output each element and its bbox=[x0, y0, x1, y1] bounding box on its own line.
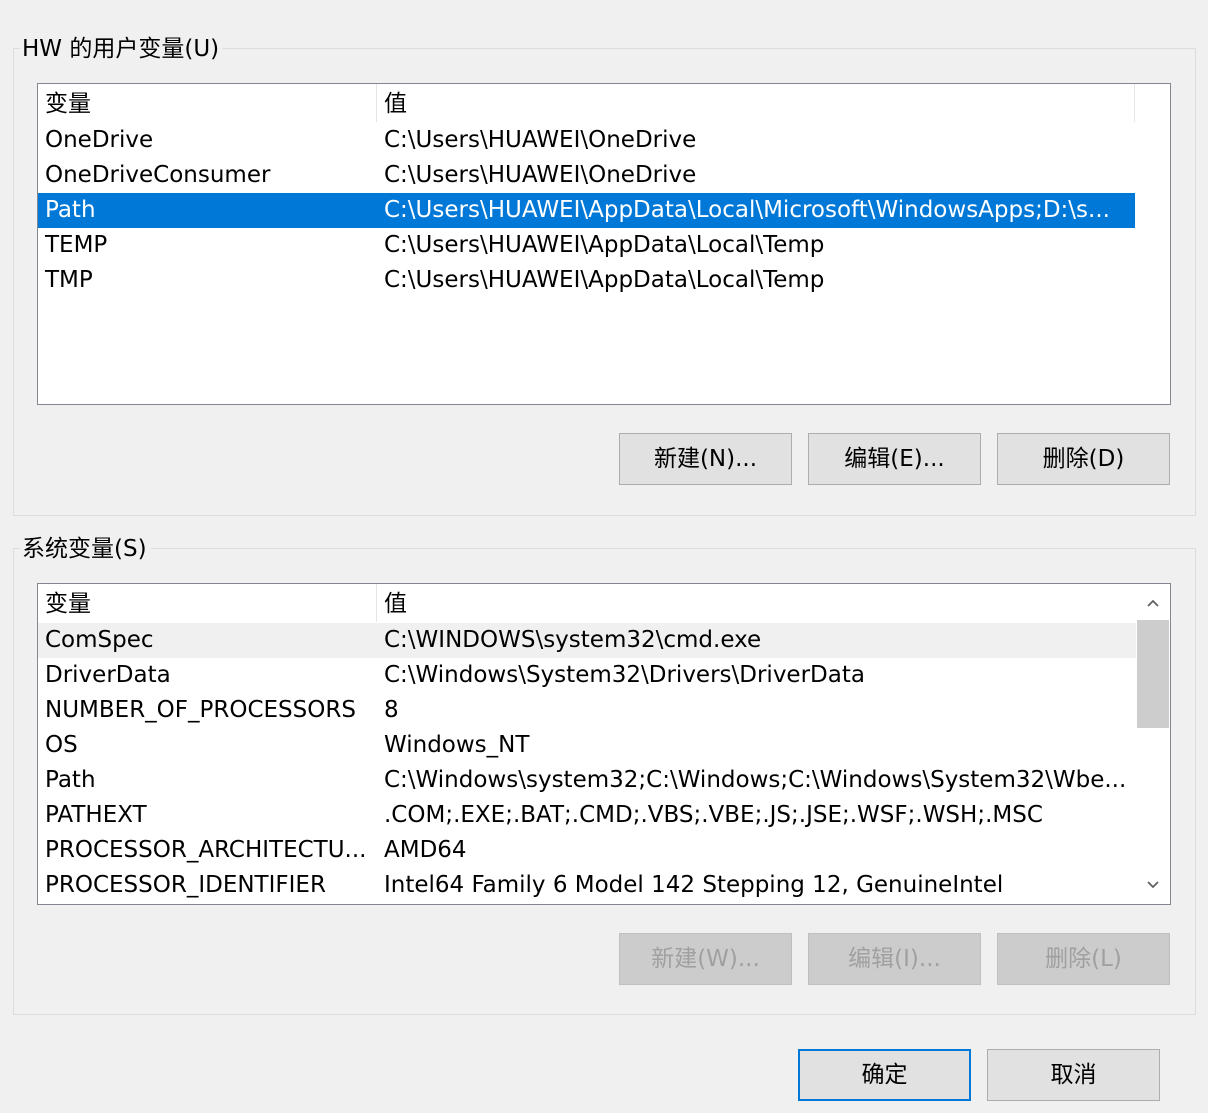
variable-value-cell: C:\Users\HUAWEI\AppData\Local\Microsoft\… bbox=[384, 197, 1110, 223]
table-row[interactable]: TEMP C:\Users\HUAWEI\AppData\Local\Temp bbox=[38, 228, 1135, 263]
scroll-down-button[interactable] bbox=[1136, 868, 1170, 902]
variable-value-cell: Windows_NT bbox=[384, 732, 530, 758]
column-header-value[interactable]: 值 bbox=[377, 584, 1136, 622]
variable-name-cell: PROCESSOR_ARCHITECTU... bbox=[45, 837, 367, 863]
scroll-up-button[interactable] bbox=[1136, 586, 1170, 620]
variable-name-cell: TEMP bbox=[45, 232, 108, 258]
variable-value-cell: 8 bbox=[384, 697, 399, 723]
column-header-value[interactable]: 值 bbox=[377, 84, 1135, 122]
user-delete-button[interactable]: 删除(D) bbox=[997, 433, 1170, 485]
variable-value-cell: C:\Windows\System32\Drivers\DriverData bbox=[384, 662, 865, 688]
chevron-down-icon bbox=[1147, 881, 1159, 889]
variable-name-cell: TMP bbox=[45, 267, 93, 293]
variable-value-cell: C:\Users\HUAWEI\OneDrive bbox=[384, 162, 697, 188]
variable-value-cell: .COM;.EXE;.BAT;.CMD;.VBS;.VBE;.JS;.JSE;.… bbox=[384, 802, 1043, 828]
variable-value-cell: C:\Users\HUAWEI\OneDrive bbox=[384, 127, 697, 153]
variable-name-cell: NUMBER_OF_PROCESSORS bbox=[45, 697, 356, 723]
user-list-header: 变量 值 bbox=[38, 84, 1138, 122]
table-row[interactable]: Path C:\Users\HUAWEI\AppData\Local\Micros… bbox=[38, 193, 1135, 228]
table-row[interactable]: NUMBER_OF_PROCESSORS 8 bbox=[38, 693, 1136, 728]
variable-name-cell: ComSpec bbox=[45, 627, 154, 653]
user-new-button[interactable]: 新建(N)... bbox=[619, 433, 792, 485]
variable-name-cell: PATHEXT bbox=[45, 802, 147, 828]
column-header-name[interactable]: 变量 bbox=[38, 584, 377, 622]
column-header-name[interactable]: 变量 bbox=[38, 84, 377, 122]
table-row[interactable]: PROCESSOR_IDENTIFIER Intel64 Family 6 Mod… bbox=[38, 868, 1136, 903]
variable-name-cell: OneDriveConsumer bbox=[45, 162, 271, 188]
table-row[interactable]: ComSpec C:\WINDOWS\system32\cmd.exe bbox=[38, 623, 1136, 658]
variable-value-cell: C:\WINDOWS\system32\cmd.exe bbox=[384, 627, 762, 653]
variable-name-cell: OneDrive bbox=[45, 127, 154, 153]
table-row[interactable]: DriverData C:\Windows\System32\Drivers\Dr… bbox=[38, 658, 1136, 693]
user-variables-list[interactable]: 变量 值 OneDrive C:\Users\HUAWEI\OneDrive One… bbox=[37, 83, 1171, 405]
variable-name-cell: Path bbox=[45, 197, 96, 223]
variable-value-cell: C:\Windows\system32;C:\Windows;C:\Window… bbox=[384, 767, 1127, 793]
system-new-button[interactable]: 新建(W)... bbox=[619, 933, 792, 985]
table-row[interactable]: PATHEXT .COM;.EXE;.BAT;.CMD;.VBS;.VBE;.JS… bbox=[38, 798, 1136, 833]
system-delete-button[interactable]: 删除(L) bbox=[997, 933, 1170, 985]
table-row[interactable]: OneDrive C:\Users\HUAWEI\OneDrive bbox=[38, 123, 1135, 158]
variable-value-cell: AMD64 bbox=[384, 837, 467, 863]
system-variables-title: 系统变量(S) bbox=[20, 534, 151, 564]
user-edit-button[interactable]: 编辑(E)... bbox=[808, 433, 981, 485]
system-list-header: 变量 值 bbox=[38, 584, 1136, 622]
variable-value-cell: Intel64 Family 6 Model 142 Stepping 12, … bbox=[384, 872, 1004, 898]
vertical-scrollbar[interactable] bbox=[1136, 584, 1170, 904]
table-row[interactable]: TMP C:\Users\HUAWEI\AppData\Local\Temp bbox=[38, 263, 1135, 298]
system-edit-button[interactable]: 编辑(I)... bbox=[808, 933, 981, 985]
system-variables-list[interactable]: 变量 值 ComSpec C:\WINDOWS\system32\cmd.exe D… bbox=[37, 583, 1171, 905]
variable-name-cell: OS bbox=[45, 732, 78, 758]
variable-value-cell: C:\Users\HUAWEI\AppData\Local\Temp bbox=[384, 232, 825, 258]
user-variables-title: HW 的用户变量(U) bbox=[20, 34, 224, 64]
variable-value-cell: C:\Users\HUAWEI\AppData\Local\Temp bbox=[384, 267, 825, 293]
table-row[interactable]: Path C:\Windows\system32;C:\Windows;C:\Wi… bbox=[38, 763, 1136, 798]
table-row[interactable]: OneDriveConsumer C:\Users\HUAWEI\OneDrive bbox=[38, 158, 1135, 193]
variable-name-cell: Path bbox=[45, 767, 96, 793]
scrollbar-thumb[interactable] bbox=[1137, 620, 1169, 728]
table-row[interactable]: OS Windows_NT bbox=[38, 728, 1136, 763]
variable-name-cell: PROCESSOR_IDENTIFIER bbox=[45, 872, 326, 898]
chevron-up-icon bbox=[1147, 599, 1159, 607]
cancel-button[interactable]: 取消 bbox=[987, 1049, 1160, 1101]
variable-name-cell: DriverData bbox=[45, 662, 171, 688]
table-row[interactable]: PROCESSOR_ARCHITECTU... AMD64 bbox=[38, 833, 1136, 868]
ok-button[interactable]: 确定 bbox=[798, 1049, 971, 1101]
